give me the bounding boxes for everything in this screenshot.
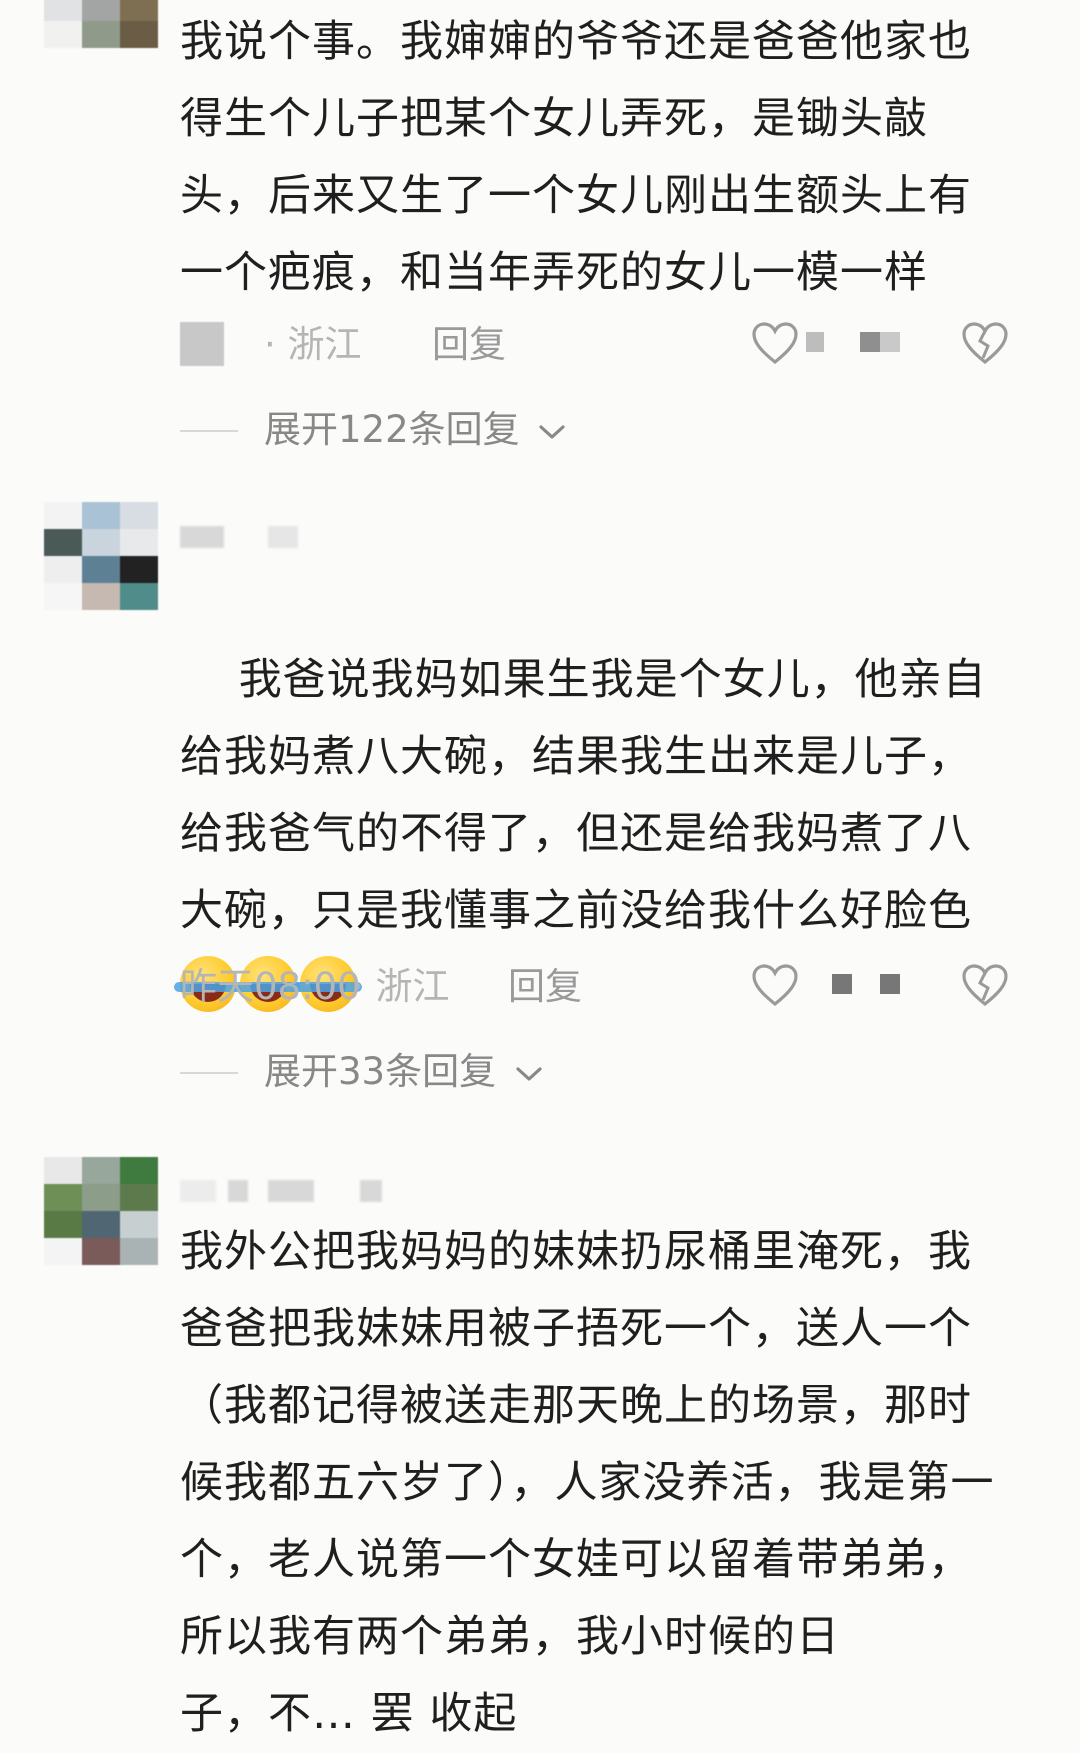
broken-heart-icon[interactable]: [962, 964, 1008, 1008]
comment-meta: · 浙江 回复: [180, 320, 1040, 370]
expand-replies-label: 展开122条回复: [264, 405, 567, 455]
reply-button[interactable]: 回复: [432, 320, 506, 370]
comment-text-content: 我爸说我妈如果生我是个女儿，他亲自给我妈煮八大碗，结果我生出来是儿子，给我爸气的…: [180, 655, 987, 936]
chevron-down-icon: [539, 424, 565, 439]
location-label: · 浙江: [264, 323, 362, 366]
username-redacted[interactable]: [180, 526, 330, 552]
divider-line: [180, 430, 238, 432]
comment-text-cut-line: 子，不… 罢 收起: [180, 1689, 518, 1739]
comment-meta: 昨天08:00 · 浙江 回复: [180, 962, 1040, 1012]
reply-button[interactable]: 回复: [508, 962, 582, 1012]
heart-outline-icon[interactable]: [752, 964, 798, 1008]
chevron-down-icon: [516, 1066, 542, 1081]
timestamp: 昨天08:00: [180, 965, 361, 1008]
redacted-time: [180, 322, 224, 366]
username-redacted[interactable]: [180, 1180, 400, 1206]
expand-replies-label: 展开33条回复: [264, 1047, 544, 1097]
avatar[interactable]: [44, 1157, 158, 1267]
comment-text: 我外公把我妈妈的妹妹扔尿桶里淹死，我爸爸把我妹妹用被子捂死一个，送人一个（我都记…: [180, 1227, 995, 1662]
location-label: · 浙江: [352, 965, 450, 1008]
avatar[interactable]: [44, 0, 158, 50]
like-count-redacted: [832, 974, 912, 996]
broken-heart-icon[interactable]: [962, 322, 1008, 366]
heart-outline-icon[interactable]: [752, 322, 798, 366]
avatar[interactable]: [44, 502, 158, 612]
like-count-redacted: [806, 332, 916, 354]
comment-text: 我爸说我妈如果生我是个女儿，他亲自给我妈煮八大碗，结果我生出来是儿子，给我爸气的…: [174, 565, 1000, 1104]
divider-line: [180, 1072, 238, 1074]
comment-text: 我说个事。我婶婶的爷爷还是爸爸他家也得生个儿子把某个女儿弄死，是锄头敲头，后来又…: [180, 17, 972, 298]
